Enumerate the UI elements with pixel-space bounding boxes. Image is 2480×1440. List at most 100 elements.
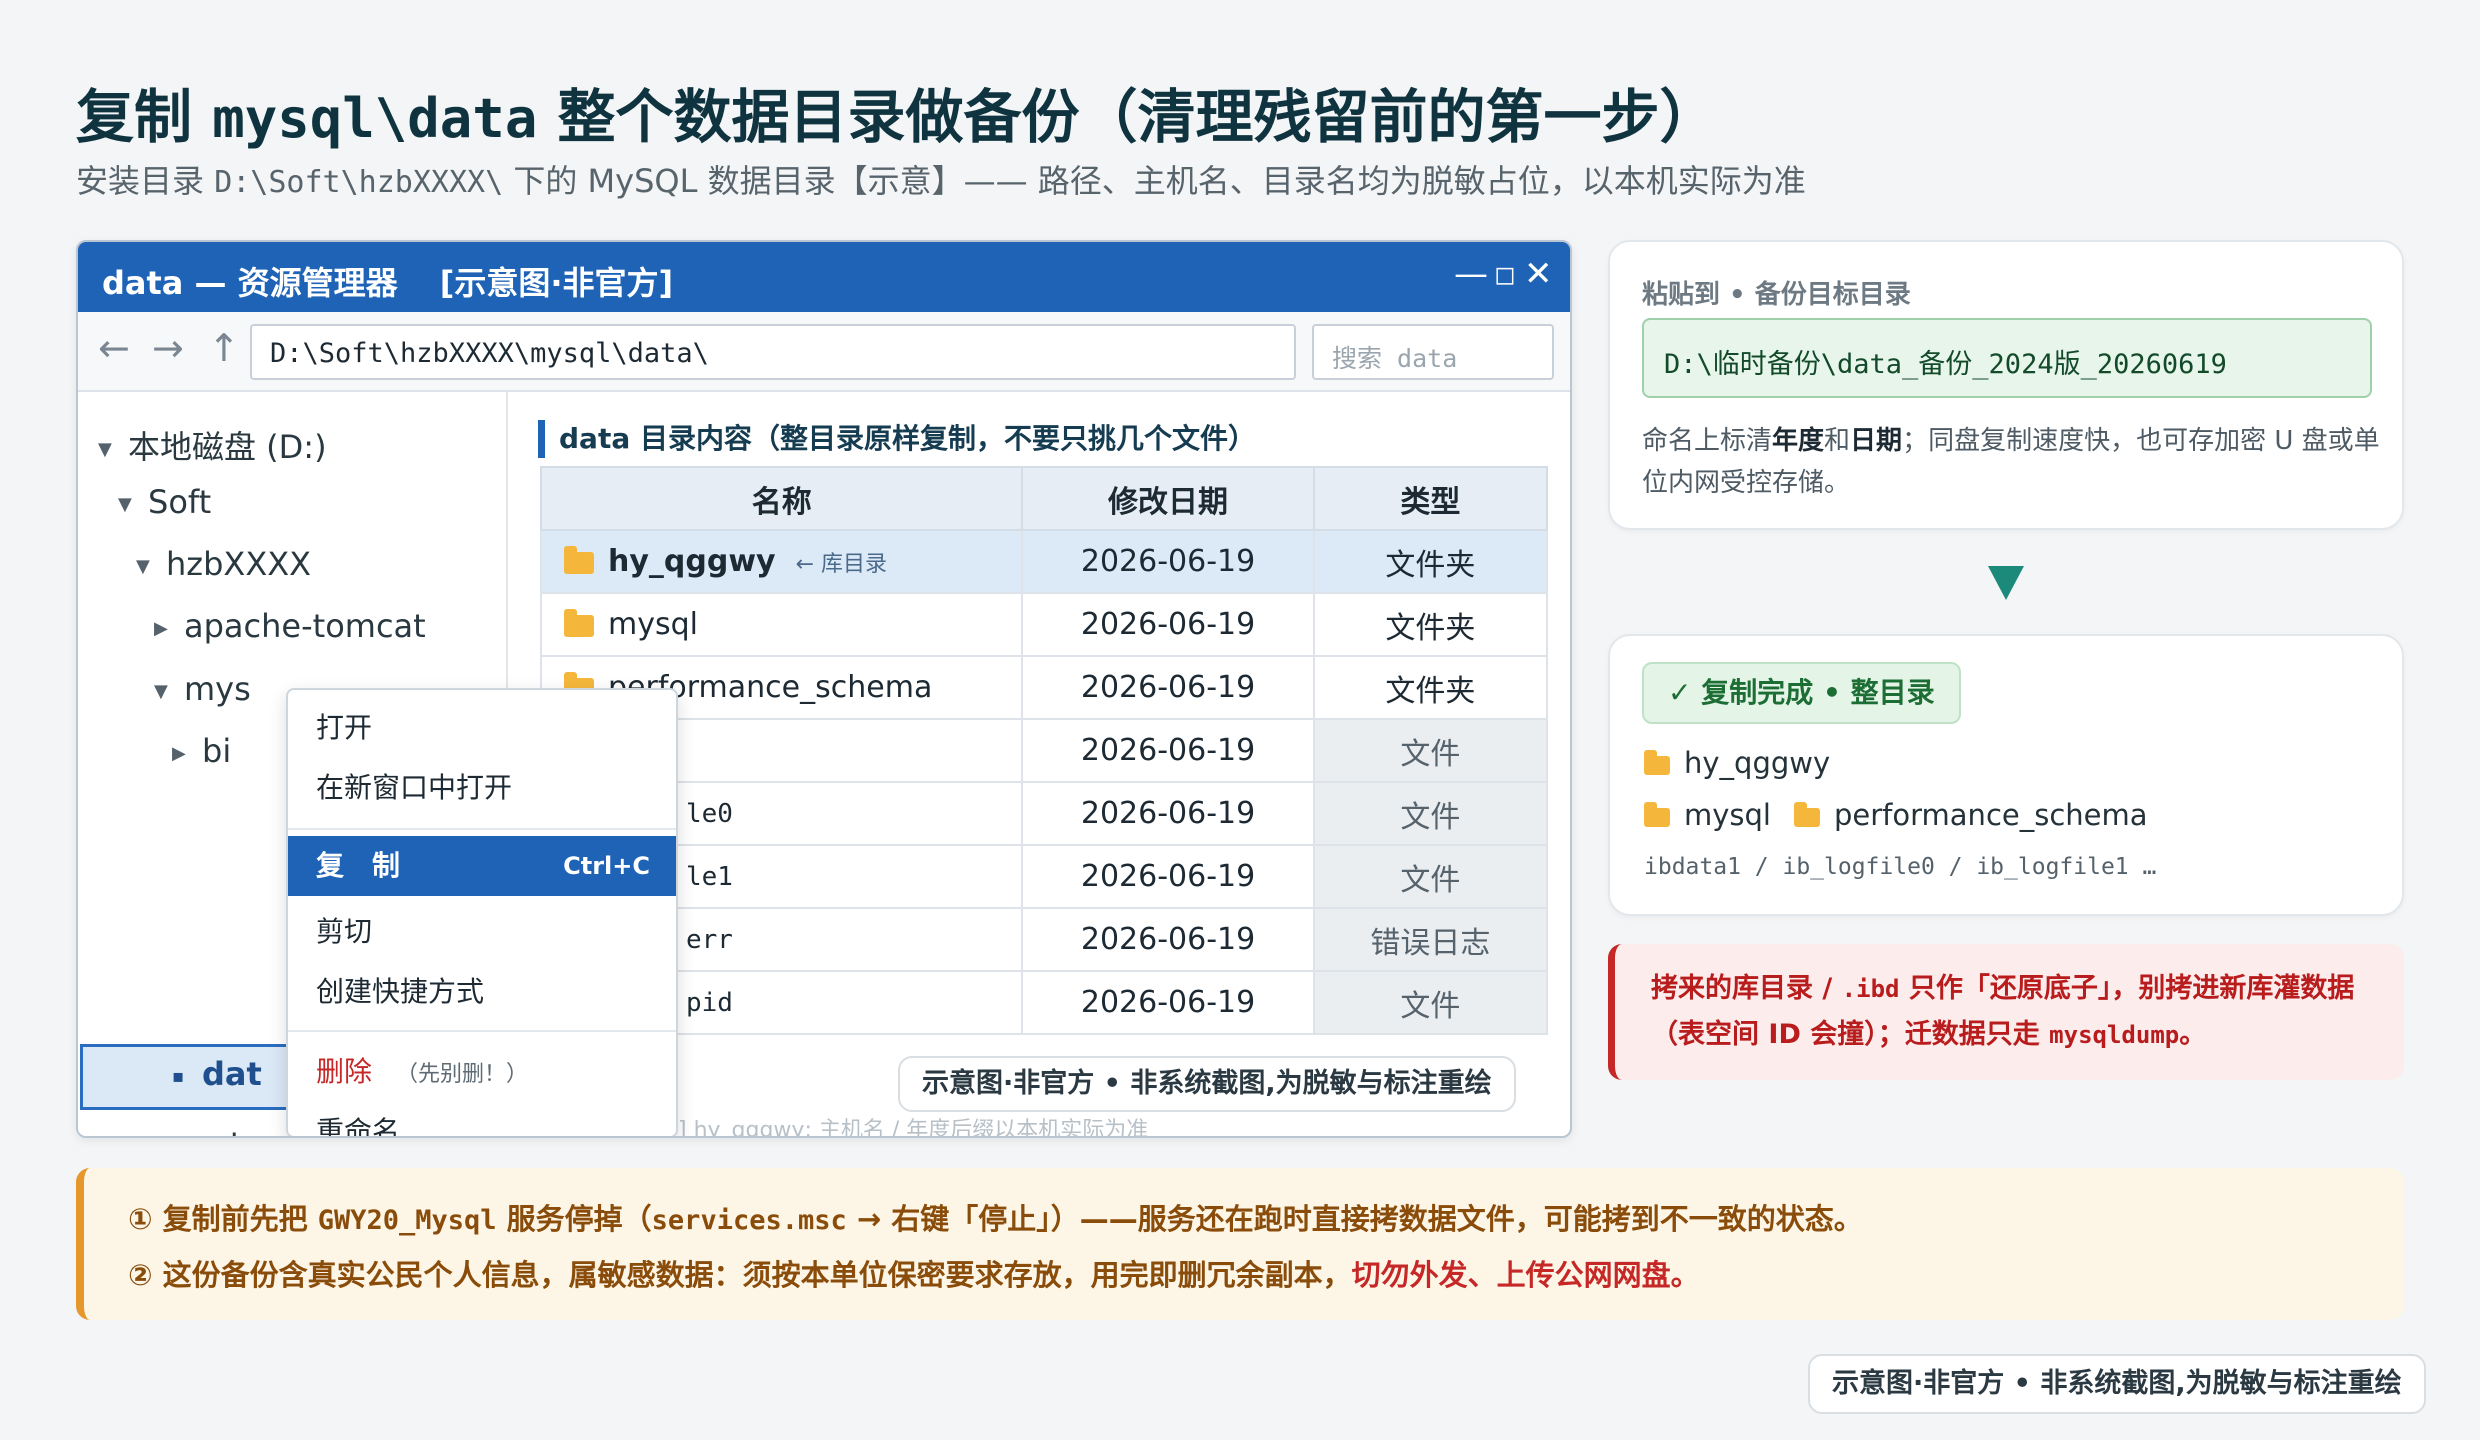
window-title-tag: [示意图·非官方] [439, 264, 674, 302]
tree-item-hzbxxxx[interactable]: ▼ hzbXXXX [136, 545, 311, 583]
table-row[interactable]: performance_schema 2026-06-19 文件夹 [539, 655, 1549, 720]
file-date: 2026-06-19 [1021, 718, 1315, 783]
menu-item-cut[interactable]: 剪切 [288, 902, 676, 962]
notice-part: 服务停掉（ [496, 1202, 652, 1236]
tree-item-local-disk[interactable]: ▼ 本地磁盘 (D:) [98, 422, 327, 468]
notice-code: services.msc [651, 1205, 847, 1236]
subtitle-post: 下的 MySQL 数据目录【示意】—— 路径、主机名、目录名均为脱敏占位，以本机… [513, 162, 1806, 200]
column-header-name[interactable]: 名称 [539, 466, 1024, 531]
expand-arrow-icon[interactable]: ▶ [154, 1138, 184, 1139]
expand-arrow-icon[interactable]: ▼ [118, 494, 148, 515]
ghost-footer-text: ] hy_qggwy; 主机名 / 年度后缀以本机实际为准 [678, 1118, 1149, 1138]
search-input[interactable]: 搜索 data [1312, 324, 1554, 380]
table-row[interactable]: le1 2026-06-19 文件 [539, 844, 1549, 909]
window-titlebar[interactable]: data — 资源管理器 [示意图·非官方] — ◻ ✕ [78, 242, 1570, 312]
file-date: 2026-06-19 [1021, 970, 1315, 1035]
subtitle-code: D:\Soft\hzbXXXX\ [214, 165, 504, 200]
table-row[interactable]: 2026-06-19 文件 [539, 718, 1549, 783]
done-folder-label: hy_qggwy [1684, 746, 1831, 780]
menu-item-open-new-window[interactable]: 在新窗口中打开 [288, 758, 676, 818]
file-date: 2026-06-19 [1021, 907, 1315, 972]
notice-line-2: ② 这份备份含真实公民个人信息，属敏感数据：须按本单位保密要求存放，用完即删冗余… [128, 1252, 1700, 1294]
table-row[interactable]: le0 2026-06-19 文件 [539, 781, 1549, 846]
file-date: 2026-06-19 [1021, 529, 1315, 594]
file-type: 文件夹 [1312, 529, 1549, 594]
warning-box: 拷来的库目录 / .ibd 只作「还原底子」，别拷进新库灌数据（表空间 ID 会… [1608, 944, 2404, 1080]
arrow-down-icon [1988, 566, 2024, 600]
title-code: mysql\data [212, 87, 538, 150]
bottom-notice: ① 复制前先把 GWY20_Mysql 服务停掉（services.msc → … [76, 1168, 2404, 1320]
menu-item-rename[interactable]: 重命名 [288, 1102, 676, 1136]
expand-arrow-icon[interactable]: ▶ [172, 743, 202, 764]
table-row[interactable]: pid 2026-06-19 文件 [539, 970, 1549, 1035]
expand-arrow-icon[interactable]: ▶ [154, 618, 184, 639]
table-header-row: 名称 修改日期 类型 [539, 466, 1549, 531]
notice-part: → 右键「停止」）——服务还在跑时直接拷数据文件，可能拷到不一致的状态。 [846, 1202, 1863, 1236]
done-files-list: ibdata1 / ib_logfile0 / ib_logfile1 … [1644, 854, 2157, 880]
column-header-date[interactable]: 修改日期 [1021, 466, 1315, 531]
menu-item-copy-label: 复 制 [316, 849, 401, 882]
tree-item-mysql[interactable]: ▼ mys [154, 670, 251, 708]
menu-item-delete[interactable]: 删除 （先别删！） [288, 1042, 676, 1102]
back-arrow-icon[interactable]: ← [98, 326, 130, 370]
notice-part: ① 复制前先把 [128, 1202, 318, 1236]
close-button[interactable]: ✕ [1524, 254, 1553, 294]
address-input[interactable]: D:\Soft\hzbXXXX\mysql\data\ [250, 324, 1296, 380]
file-date: 2026-06-19 [1021, 844, 1315, 909]
copy-done-card: ✓ 复制完成 • 整目录 hy_qggwy mysql performance_… [1608, 634, 2404, 916]
file-type: 文件 [1312, 718, 1549, 783]
up-arrow-icon[interactable]: ↑ [208, 326, 240, 370]
file-list-table: 名称 修改日期 类型 hy_qggwy ← 库目录 2026-06-19 文件夹 … [539, 466, 1549, 1035]
done-folder-performance-schema: performance_schema [1794, 798, 2148, 832]
delete-hint: （先别删！） [396, 1062, 529, 1087]
desc-text: 和 [1824, 426, 1851, 456]
expand-arrow-icon[interactable]: ▼ [136, 556, 166, 577]
table-row[interactable]: err 2026-06-19 错误日志 [539, 907, 1549, 972]
minimize-button[interactable]: — [1454, 254, 1488, 294]
folder-icon [564, 608, 594, 637]
page-title: 复制 mysql\data 整个数据目录做备份（清理残留前的第一步） [76, 70, 1718, 154]
folder-icon [1644, 801, 1670, 827]
title-post: 整个数据目录做备份（清理残留前的第一步） [557, 83, 1718, 151]
tree-item-bin[interactable]: ▶ bi [172, 732, 231, 770]
done-folder-hy-qggwy: hy_qggwy [1644, 746, 1830, 780]
bullet-icon: ▪ [172, 1065, 185, 1087]
file-name-cell: mysql [539, 592, 1024, 657]
subtitle-pre: 安装目录 [76, 162, 205, 200]
tree-item-label: mys [184, 670, 251, 708]
table-row[interactable]: hy_qggwy ← 库目录 2026-06-19 文件夹 [539, 529, 1549, 594]
copy-done-badge: ✓ 复制完成 • 整目录 [1642, 662, 1961, 724]
desc-text: 命名上标清 [1642, 426, 1773, 456]
warning-part: 拷来的库目录 / [1651, 973, 1842, 1004]
paste-target-label: 粘贴到 • 备份目标目录 [1642, 280, 1911, 310]
tree-item-apache-tomcat[interactable]: ▶ apache-tomcat [154, 607, 426, 645]
window-title-text: data — 资源管理器 [102, 264, 398, 302]
menu-item-create-shortcut[interactable]: 创建快捷方式 [288, 962, 676, 1022]
forward-arrow-icon[interactable]: → [152, 326, 184, 370]
notice-red-part: 切勿外发、上传公网网盘。 [1351, 1258, 1700, 1292]
file-type: 文件 [1312, 844, 1549, 909]
warning-code: .ibd [1841, 975, 1900, 1003]
tree-item-data[interactable]: ▪ dat [172, 1055, 262, 1093]
page-subtitle: 安装目录 D:\Soft\hzbXXXX\ 下的 MySQL 数据目录【示意】—… [76, 156, 1806, 202]
menu-item-delete-label: 删除 [316, 1055, 373, 1088]
notice-part: ② 这份备份含真实公民个人信息，属敏感数据：须按本单位保密要求存放，用完即删冗余… [128, 1258, 1352, 1292]
menu-item-copy[interactable]: 复 制 Ctrl+C [288, 836, 676, 896]
file-type: 文件 [1312, 970, 1549, 1035]
file-name: mysql [608, 607, 698, 642]
tree-item-soft[interactable]: ▼ Soft [118, 483, 211, 521]
folder-icon [564, 545, 594, 574]
tree-item-label: web [184, 1127, 250, 1136]
folder-icon [1794, 801, 1820, 827]
tree-item-web[interactable]: ▶ web [154, 1127, 250, 1139]
expand-arrow-icon[interactable]: ▼ [154, 681, 184, 702]
warning-part: 。 [2179, 1019, 2207, 1050]
column-header-type[interactable]: 类型 [1312, 466, 1549, 531]
file-date: 2026-06-19 [1021, 655, 1315, 720]
menu-item-open[interactable]: 打开 [288, 698, 676, 758]
expand-arrow-icon[interactable]: ▼ [98, 439, 128, 460]
file-name-cell: hy_qggwy ← 库目录 [539, 529, 1024, 594]
desc-bold-year: 年度 [1772, 426, 1825, 456]
maximize-button[interactable]: ◻ [1494, 260, 1516, 290]
table-row[interactable]: mysql 2026-06-19 文件夹 [539, 592, 1549, 657]
